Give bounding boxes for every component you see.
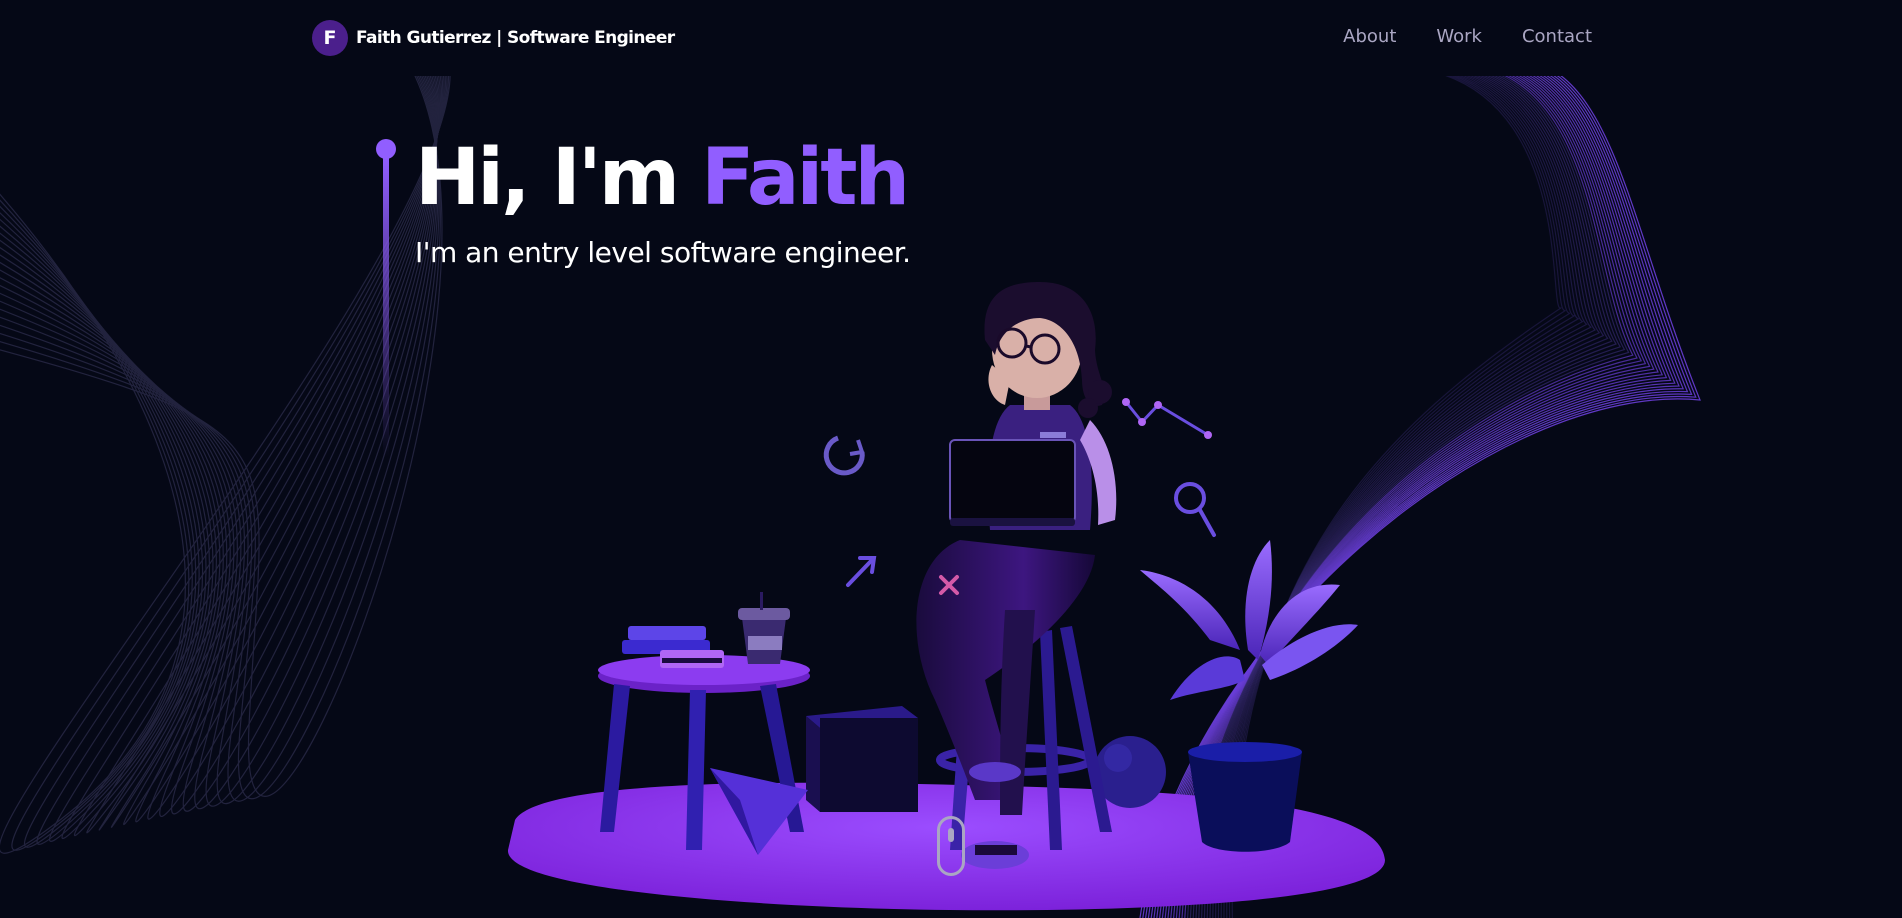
logo-icon: F (312, 20, 348, 56)
page: F Faith Gutierrez | Software Engineer Ab… (0, 0, 1902, 918)
nav-links: About Work Contact (1343, 26, 1592, 47)
plant-pot (1188, 752, 1302, 852)
cube-shape (820, 718, 918, 812)
brand-link[interactable]: F Faith Gutierrez | Software Engineer (312, 20, 675, 56)
brand-title: Faith Gutierrez | Software Engineer (356, 28, 675, 48)
graph-doodle-icon (1122, 398, 1212, 439)
refresh-doodle-icon (823, 435, 865, 476)
plant-icon (1140, 540, 1358, 700)
magnifier-doodle-icon (1174, 482, 1216, 537)
scroll-dot (948, 828, 954, 842)
arrow-doodle-icon (846, 556, 877, 587)
girl-with-laptop-illustration (507, 282, 1385, 911)
scroll-down-indicator[interactable] (937, 816, 965, 876)
nav-link-contact[interactable]: Contact (1522, 26, 1592, 47)
navbar: F Faith Gutierrez | Software Engineer Ab… (0, 0, 1902, 76)
laptop (949, 439, 1076, 523)
nav-link-about[interactable]: About (1343, 26, 1396, 47)
nav-link-work[interactable]: Work (1436, 26, 1482, 47)
